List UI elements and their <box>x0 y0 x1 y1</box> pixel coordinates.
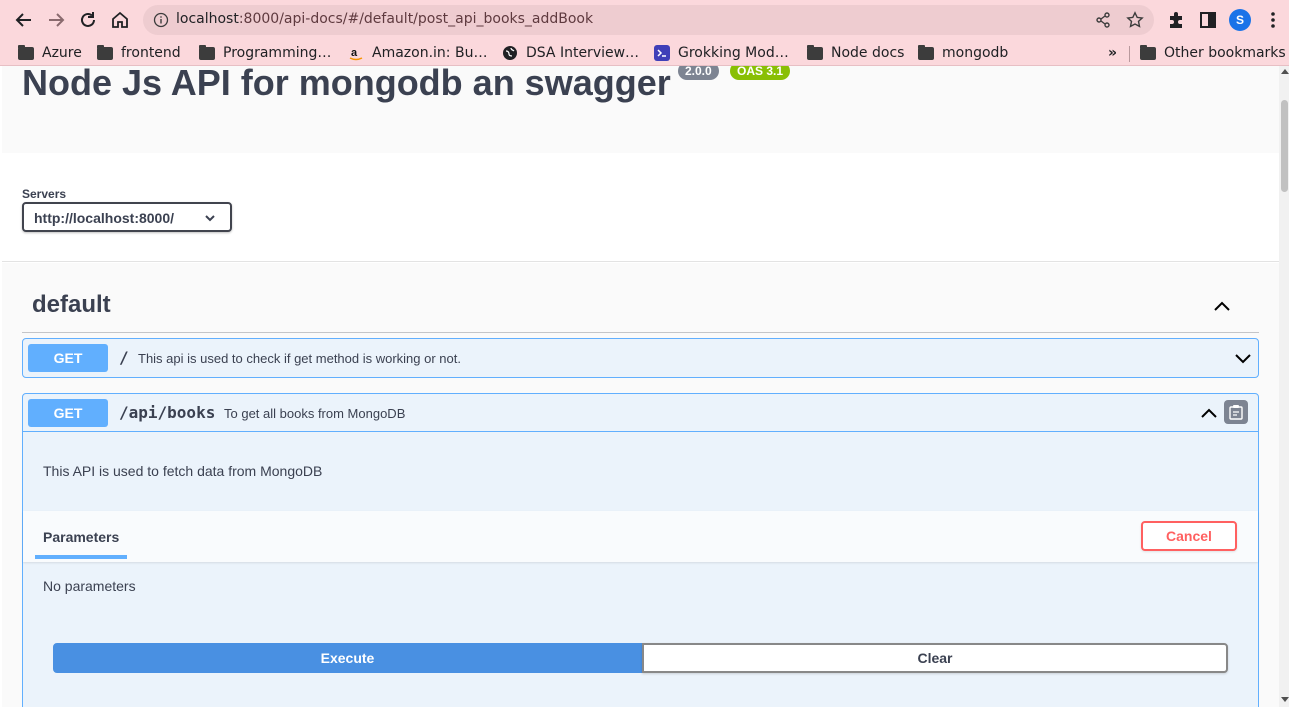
address-bar[interactable]: localhost:8000/api-docs/#/default/post_a… <box>143 5 1154 35</box>
bookmark-programming[interactable]: Programming… <box>199 43 331 63</box>
bookmarks-bar: Azure frontend Programming… a Amazon.in: … <box>0 40 1289 66</box>
bookmark-mongodb[interactable]: mongodb <box>918 43 1008 63</box>
servers-label: Servers <box>22 187 67 201</box>
folder-icon <box>18 44 34 60</box>
api-title: Node Js API for mongodb an swagger <box>22 66 671 103</box>
home-icon[interactable] <box>108 8 132 32</box>
chevron-down-icon <box>205 215 215 222</box>
tag-name: default <box>32 291 111 318</box>
bookmark-grokking[interactable]: Grokking Mod… <box>654 43 789 63</box>
profile-avatar[interactable]: S <box>1229 9 1251 31</box>
tab-active-indicator <box>35 555 127 559</box>
scroll-down-arrow-icon[interactable] <box>1281 697 1289 702</box>
bookmark-node-docs[interactable]: Node docs <box>807 43 904 63</box>
amazon-icon: a <box>349 47 363 61</box>
operation-summary[interactable]: GET /api/books To get all books from Mon… <box>23 394 1258 432</box>
parameters-header: Parameters Cancel <box>23 511 1258 562</box>
operations-area: default GET / This api is used to check … <box>2 263 1279 707</box>
share-icon[interactable] <box>1094 11 1112 29</box>
extensions-puzzle-icon[interactable] <box>1166 10 1186 30</box>
side-panel-icon[interactable] <box>1198 10 1218 30</box>
cancel-button[interactable]: Cancel <box>1141 521 1237 551</box>
bookmark-amazon[interactable]: a Amazon.in: Bu… <box>348 43 487 63</box>
execute-button[interactable]: Execute <box>53 643 642 673</box>
chevron-up-icon[interactable] <box>1212 296 1232 316</box>
more-menu-icon[interactable] <box>1263 10 1283 30</box>
other-bookmarks[interactable]: Other bookmarks <box>1140 43 1286 63</box>
api-info-section: Node Js API for mongodb an swagger 2.0.0… <box>2 66 1279 153</box>
copy-to-clipboard-button[interactable] <box>1224 400 1248 424</box>
back-arrow-icon[interactable] <box>12 8 36 32</box>
operation-summary[interactable]: GET / This api is used to check if get m… <box>23 339 1258 377</box>
tab-parameters[interactable]: Parameters <box>43 529 119 545</box>
servers-section: Servers http://localhost:8000/ <box>2 153 1279 262</box>
browser-toolbar: localhost:8000/api-docs/#/default/post_a… <box>0 0 1289 40</box>
bookmark-azure[interactable]: Azure <box>18 43 82 63</box>
operation-summary-text: This api is used to check if get method … <box>138 351 461 366</box>
clear-button[interactable]: Clear <box>642 643 1228 673</box>
operation-path: /api/books <box>119 403 216 422</box>
page-viewport: Node Js API for mongodb an swagger 2.0.0… <box>0 66 1279 707</box>
folder-icon <box>918 44 934 60</box>
operation-get-root[interactable]: GET / This api is used to check if get m… <box>22 338 1259 378</box>
scrollbar-thumb[interactable] <box>1281 100 1288 192</box>
operation-summary-text: To get all books from MongoDB <box>224 406 406 421</box>
operation-description: This API is used to fetch data from Mong… <box>43 463 323 479</box>
bookmarks-overflow-chevron[interactable]: » <box>1108 43 1117 63</box>
scroll-up-arrow-icon[interactable] <box>1281 69 1289 74</box>
svg-text:a: a <box>351 47 358 59</box>
operation-get-api-books: GET /api/books To get all books from Mon… <box>22 393 1259 707</box>
method-badge: GET <box>28 399 108 427</box>
bookmark-star-icon[interactable] <box>1126 11 1144 29</box>
no-parameters-text: No parameters <box>43 578 136 594</box>
version-badge: 2.0.0 <box>678 66 719 80</box>
bookmark-dsa-interview[interactable]: DSA Interview… <box>502 43 639 63</box>
chevron-down-icon[interactable] <box>1233 348 1253 368</box>
bookmark-frontend[interactable]: frontend <box>97 43 181 63</box>
method-badge: GET <box>28 344 108 372</box>
terminal-icon <box>654 45 670 61</box>
folder-icon <box>807 44 823 60</box>
site-info-icon[interactable] <box>153 12 169 28</box>
servers-select[interactable]: http://localhost:8000/ <box>22 202 232 232</box>
forward-arrow-icon[interactable] <box>44 8 68 32</box>
bookmarks-separator <box>1129 46 1130 62</box>
url-text: localhost:8000/api-docs/#/default/post_a… <box>176 11 594 27</box>
clipboard-icon <box>1229 405 1243 420</box>
globe-icon <box>503 46 517 60</box>
folder-icon <box>199 44 215 60</box>
oas-badge: OAS 3.1 <box>730 66 791 80</box>
folder-icon <box>1140 44 1156 60</box>
reload-icon[interactable] <box>76 8 100 32</box>
operation-path: / <box>119 348 129 367</box>
chevron-up-icon[interactable] <box>1199 403 1219 423</box>
servers-selected-value: http://localhost:8000/ <box>34 210 175 226</box>
folder-icon <box>97 44 113 60</box>
tag-section-default[interactable]: default <box>22 283 1259 333</box>
